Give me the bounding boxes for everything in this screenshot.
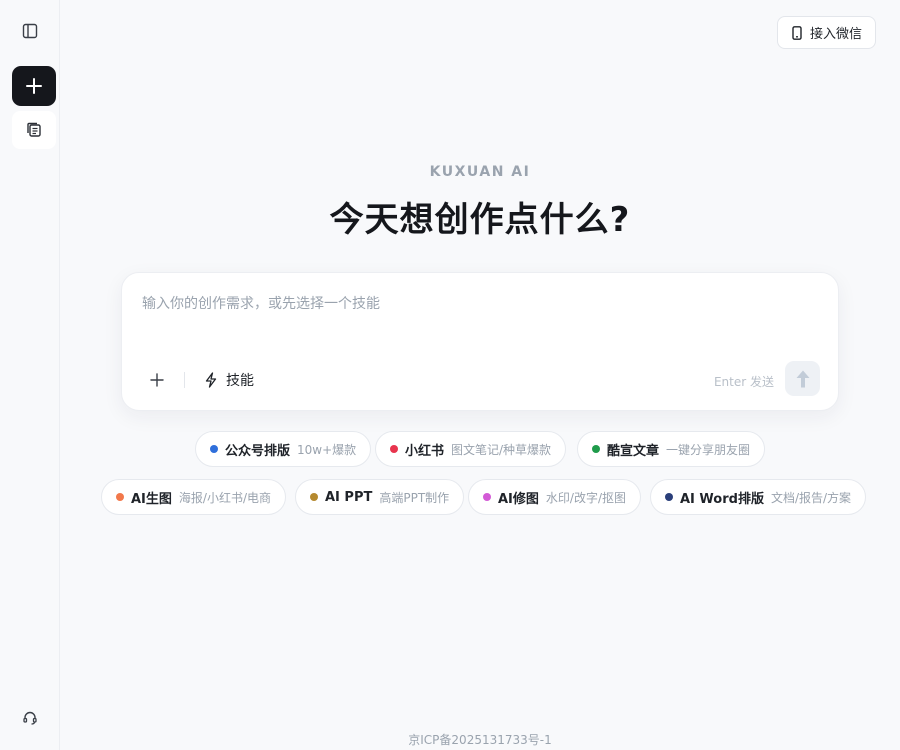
sidebar-toggle-button[interactable] [18, 19, 42, 43]
chip-subtitle: 海报/小红书/电商 [178, 490, 271, 505]
chip-title: AI修图 [498, 491, 539, 507]
documents-button[interactable] [12, 111, 56, 149]
prompt-input[interactable] [142, 293, 812, 353]
chip-color-dot [483, 493, 491, 501]
sidebar [0, 0, 60, 750]
toolbar-divider [184, 372, 185, 388]
sidebar-toggle-icon [22, 23, 38, 39]
connect-wechat-label: 接入微信 [809, 27, 862, 42]
chip-subtitle: 高端PPT制作 [379, 490, 450, 505]
connect-wechat-button[interactable]: 接入微信 [777, 16, 876, 49]
icp-footer: 京ICP备2025131733号-1 [408, 733, 552, 747]
skill-chip[interactable]: 公众号排版 10w+爆款 [195, 431, 372, 467]
chip-title: 公众号排版 [225, 443, 291, 459]
page-title: 今天想创作点什么? [329, 200, 631, 240]
chip-subtitle: 图文笔记/种草爆款 [451, 442, 552, 457]
chip-color-dot [310, 493, 318, 501]
headset-icon [23, 711, 37, 725]
chip-title: AI PPT [325, 489, 373, 505]
skill-chip[interactable]: AI Word排版 文档/报告/方案 [650, 479, 867, 515]
chip-color-dot [390, 445, 398, 453]
phone-icon [792, 25, 802, 40]
chip-title: AI生图 [131, 491, 172, 507]
chip-subtitle: 10w+爆款 [297, 442, 357, 457]
plus-icon [26, 78, 42, 94]
attach-button[interactable] [146, 369, 168, 391]
skill-button[interactable]: 技能 [204, 369, 254, 391]
skill-chip[interactable]: AI PPT 高端PPT制作 [295, 479, 465, 515]
chip-subtitle: 水印/改字/抠图 [545, 490, 626, 505]
chip-color-dot [210, 445, 218, 453]
chip-title: 酷宣文章 [607, 443, 660, 459]
main-area: 接入微信 KUXUAN AI 今天想创作点什么? 技能 Enter 发送 [60, 0, 900, 750]
support-button[interactable] [18, 706, 42, 730]
send-hint: Enter 发送 [713, 375, 774, 389]
arrow-up-icon [796, 370, 809, 387]
send-button[interactable] [785, 361, 820, 396]
lightning-icon [205, 372, 217, 388]
documents-icon [27, 122, 41, 137]
skill-chip[interactable]: 酷宣文章 一键分享朋友圈 [577, 431, 766, 467]
skill-chip[interactable]: 小红书 图文笔记/种草爆款 [375, 431, 567, 467]
chip-subtitle: 文档/报告/方案 [770, 490, 852, 505]
chip-color-dot [665, 493, 673, 501]
new-creation-button[interactable] [12, 66, 56, 106]
chip-title: 小红书 [405, 443, 445, 459]
plus-icon [150, 373, 164, 387]
chip-title: AI Word排版 [680, 491, 764, 507]
skill-chip[interactable]: AI生图 海报/小红书/电商 [101, 479, 286, 515]
composer-box: 技能 Enter 发送 [121, 272, 839, 411]
chip-color-dot [592, 445, 600, 453]
skill-label: 技能 [226, 373, 254, 389]
app-root: 接入微信 KUXUAN AI 今天想创作点什么? 技能 Enter 发送 [0, 0, 900, 750]
chip-subtitle: 一键分享朋友圈 [666, 442, 751, 457]
chip-color-dot [116, 493, 124, 501]
skill-chip[interactable]: AI修图 水印/改字/抠图 [468, 479, 641, 515]
brand-label: KUXUAN AI [429, 164, 531, 180]
